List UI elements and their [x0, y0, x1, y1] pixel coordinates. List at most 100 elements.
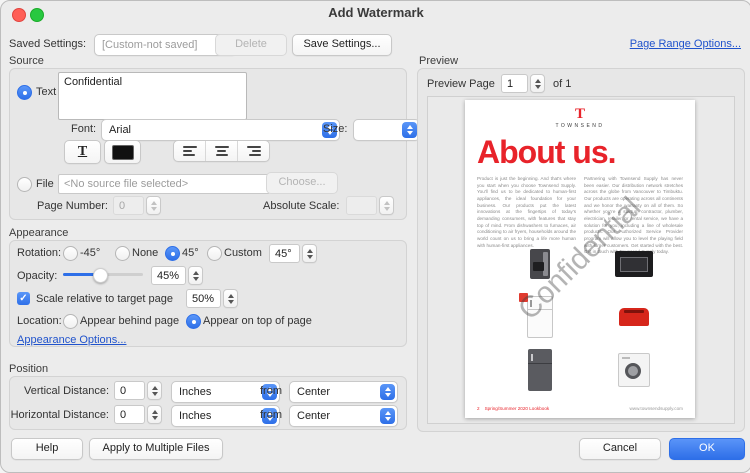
rotation-none-radio[interactable] [115, 246, 130, 261]
align-left-button[interactable] [174, 141, 205, 161]
saved-settings-value: [Custom-not saved] [102, 39, 197, 51]
document-footer: 2 Spring/Summer 2020 Lookbook www.townse… [477, 406, 683, 411]
position-section-label: Position [9, 363, 48, 375]
preview-page-stepper[interactable]: 1 [501, 74, 545, 93]
rotation-minus45-label: -45° [80, 247, 100, 259]
stepper-arrows-icon [379, 196, 394, 215]
close-icon[interactable] [12, 8, 26, 22]
ok-button[interactable]: OK [669, 438, 745, 460]
font-dropdown[interactable]: Arial [101, 119, 340, 141]
location-on-top-label: Appear on top of page [203, 315, 312, 327]
saved-settings-label: Saved Settings: [9, 38, 86, 50]
titlebar: Add Watermark [1, 1, 750, 25]
product-image-toaster [587, 291, 681, 344]
footer-page-number: 2 [477, 406, 480, 411]
location-label: Location: [17, 315, 62, 327]
rotation-custom-label: Custom [224, 247, 262, 259]
opacity-value: 45% [151, 266, 186, 285]
vertical-distance-stepper[interactable]: 0 [114, 381, 162, 400]
appearance-options-link[interactable]: Appearance Options... [17, 334, 126, 346]
scale-percent-stepper[interactable]: 50% [186, 289, 238, 308]
zoom-icon[interactable] [30, 8, 44, 22]
align-right-button[interactable] [237, 141, 269, 161]
scale-percent-value: 50% [186, 289, 221, 308]
absolute-scale-stepper[interactable] [346, 196, 394, 215]
product-image-freezer [493, 343, 587, 396]
size-dropdown[interactable] [353, 119, 420, 141]
horizontal-anchor-dropdown[interactable]: Center [289, 405, 398, 427]
font-label: Font: [71, 123, 96, 135]
vertical-distance-value: 0 [114, 381, 145, 400]
page-number-label: Page Number: [37, 200, 108, 212]
preview-document-page: T TOWNSEND About us. Product is just the… [465, 100, 695, 418]
logo-letter: T [465, 107, 695, 121]
font-color-button[interactable] [104, 140, 141, 164]
vertical-from-label: from [260, 385, 282, 397]
document-headline: About us. [477, 134, 616, 171]
opacity-slider[interactable] [63, 268, 143, 281]
size-label: Size: [323, 123, 347, 135]
rotation-minus45-radio[interactable] [63, 246, 78, 261]
rotation-custom-radio[interactable] [207, 246, 222, 261]
page-range-options-link[interactable]: Page Range Options... [630, 38, 741, 50]
rotation-none-label: None [132, 247, 158, 259]
footer-website: www.townsendsupply.com [629, 406, 683, 411]
add-watermark-dialog: Add Watermark Saved Settings: [Custom-no… [0, 0, 750, 473]
text-radio-label: Text [36, 86, 56, 98]
watermark-text-input[interactable]: Confidential [58, 72, 247, 120]
rotation-45-label: 45° [182, 247, 199, 259]
slider-knob[interactable] [93, 268, 108, 283]
location-behind-radio[interactable] [63, 314, 78, 329]
horizontal-from-label: from [260, 409, 282, 421]
footer-left: 2 Spring/Summer 2020 Lookbook [477, 406, 549, 411]
file-radio[interactable] [17, 177, 32, 192]
appearance-section-label: Appearance [9, 227, 68, 239]
checkmark-icon: ✓ [19, 293, 27, 304]
horizontal-distance-stepper[interactable]: 0 [114, 405, 162, 424]
align-right-icon [247, 146, 261, 156]
apply-multiple-files-button[interactable]: Apply to Multiple Files [89, 438, 223, 460]
file-radio-label: File [36, 178, 54, 190]
help-button[interactable]: Help [11, 438, 83, 460]
text-radio[interactable] [17, 85, 32, 100]
stepper-arrows-icon [147, 405, 162, 424]
custom-rotation-stepper[interactable]: 45° [269, 244, 317, 263]
text-style-button[interactable]: T [64, 140, 101, 164]
align-center-icon [215, 146, 229, 156]
align-left-icon [183, 146, 197, 156]
vertical-distance-label: Vertical Distance: [9, 385, 109, 397]
alignment-buttons [173, 140, 270, 162]
align-center-button[interactable] [205, 141, 237, 161]
preview-page-value: 1 [501, 74, 528, 93]
rotation-label: Rotation: [17, 247, 61, 259]
opacity-stepper[interactable]: 45% [151, 266, 203, 285]
chevron-updown-icon [380, 408, 395, 424]
cancel-button[interactable]: Cancel [579, 438, 661, 460]
preview-page-count-label: of 1 [553, 78, 571, 90]
source-file-value: <No source file selected> [64, 178, 188, 190]
absolute-scale-label: Absolute Scale: [263, 200, 339, 212]
delete-button[interactable]: Delete [215, 34, 287, 56]
horizontal-distance-value: 0 [114, 405, 145, 424]
source-section-label: Source [9, 55, 44, 67]
product-image-washing-machine [587, 343, 681, 396]
custom-rotation-value: 45° [269, 244, 300, 263]
horizontal-unit-value: Inches [179, 410, 211, 422]
scale-relative-checkbox[interactable]: ✓ [17, 292, 30, 305]
choose-file-button[interactable]: Choose... [266, 172, 338, 194]
stepper-arrows-icon [530, 74, 545, 93]
townsend-logo: T TOWNSEND [465, 107, 695, 129]
preview-page-label: Preview Page [427, 78, 495, 90]
rotation-45-radio[interactable] [165, 246, 180, 261]
location-on-top-radio[interactable] [186, 314, 201, 329]
stepper-arrows-icon [146, 196, 161, 215]
stepper-arrows-icon [147, 381, 162, 400]
logo-name: TOWNSEND [465, 123, 695, 129]
opacity-label: Opacity: [17, 270, 57, 282]
page-number-stepper[interactable]: 0 [113, 196, 161, 215]
chevron-updown-icon [380, 384, 395, 400]
save-settings-button[interactable]: Save Settings... [292, 34, 392, 56]
horizontal-anchor-value: Center [297, 410, 330, 422]
vertical-anchor-dropdown[interactable]: Center [289, 381, 398, 403]
footer-issue-label: Spring/Summer 2020 Lookbook [485, 406, 550, 411]
